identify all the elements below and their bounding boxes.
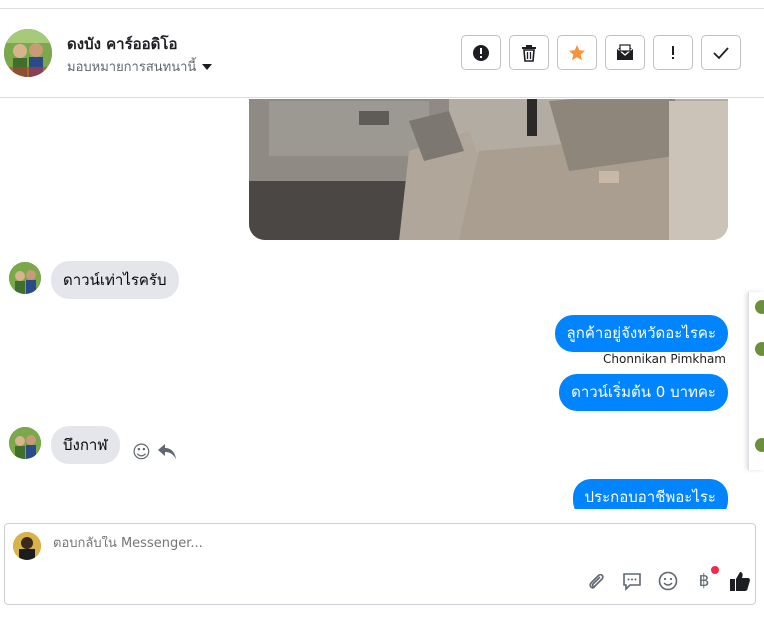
baht-icon: ฿ bbox=[698, 571, 710, 591]
reply-icon[interactable] bbox=[157, 442, 177, 460]
message-input[interactable] bbox=[53, 536, 653, 551]
delete-button[interactable] bbox=[509, 35, 549, 70]
message-thread[interactable]: ดาวน์เท่าไรครับ ลูกค้าอยู่จังหวัดอะไรคะ … bbox=[0, 99, 764, 509]
exclamation-icon bbox=[672, 45, 674, 59]
message-actions: ☺ bbox=[132, 442, 177, 463]
side-conversation-list[interactable] bbox=[748, 292, 764, 470]
notification-dot bbox=[711, 566, 719, 574]
composer-toolbar: ฿ bbox=[585, 566, 751, 592]
assign-conversation-dropdown[interactable]: มอบหมายการสนทนานี้ bbox=[67, 56, 213, 77]
side-avatar[interactable] bbox=[755, 342, 764, 356]
outgoing-message[interactable]: ลูกค้าอยู่จังหวัดอะไรคะ bbox=[554, 315, 728, 352]
conversation-header: ดงบัง คาร์ออดิโอ มอบหมายการสนทนานี้ bbox=[0, 9, 764, 98]
page-avatar bbox=[13, 532, 41, 560]
like-button[interactable] bbox=[729, 570, 751, 592]
star-button[interactable] bbox=[557, 35, 597, 70]
alert-circle-icon bbox=[473, 44, 489, 61]
car-interior-photo[interactable] bbox=[249, 99, 728, 240]
check-icon bbox=[713, 46, 729, 59]
caret-down-icon bbox=[202, 63, 213, 70]
contact-name[interactable]: ดงบัง คาร์ออดิโอ bbox=[67, 32, 177, 56]
outgoing-message[interactable]: ดาวน์เริ่มต้น 0 บาทคะ bbox=[559, 374, 728, 411]
done-button[interactable] bbox=[701, 35, 741, 70]
incoming-message[interactable]: บึงกาฬ bbox=[51, 426, 120, 464]
outgoing-message[interactable]: ประกอบอาชีพอะไระ bbox=[572, 479, 728, 509]
trash-icon bbox=[522, 44, 536, 62]
smiley-icon bbox=[658, 571, 678, 591]
envelope-icon bbox=[616, 43, 634, 60]
spam-button[interactable] bbox=[461, 35, 501, 70]
side-avatar[interactable] bbox=[755, 438, 764, 452]
thumbs-up-icon bbox=[730, 572, 750, 591]
attachment-button[interactable] bbox=[585, 570, 607, 592]
emoji-button[interactable] bbox=[657, 570, 679, 592]
chat-bubble-icon bbox=[623, 573, 641, 591]
incoming-message[interactable]: ดาวน์เท่าไรครับ bbox=[51, 261, 179, 299]
follow-up-button[interactable] bbox=[653, 35, 693, 70]
payment-button[interactable]: ฿ bbox=[693, 566, 719, 592]
assign-label: มอบหมายการสนทนานี้ bbox=[67, 60, 197, 75]
contact-avatar[interactable] bbox=[4, 29, 52, 77]
conversation-toolbar bbox=[461, 35, 741, 70]
contact-avatar-small[interactable] bbox=[9, 427, 41, 459]
reply-composer: ฿ bbox=[4, 523, 756, 605]
smiley-icon[interactable]: ☺ bbox=[132, 442, 151, 463]
star-icon bbox=[569, 44, 585, 60]
contact-avatar-small[interactable] bbox=[9, 262, 41, 294]
saved-reply-button[interactable] bbox=[621, 570, 643, 592]
side-avatar[interactable] bbox=[755, 300, 764, 314]
paperclip-icon bbox=[589, 573, 604, 589]
mark-unread-button[interactable] bbox=[605, 35, 645, 70]
sender-name: Chonnikan Pimkham bbox=[603, 352, 726, 366]
